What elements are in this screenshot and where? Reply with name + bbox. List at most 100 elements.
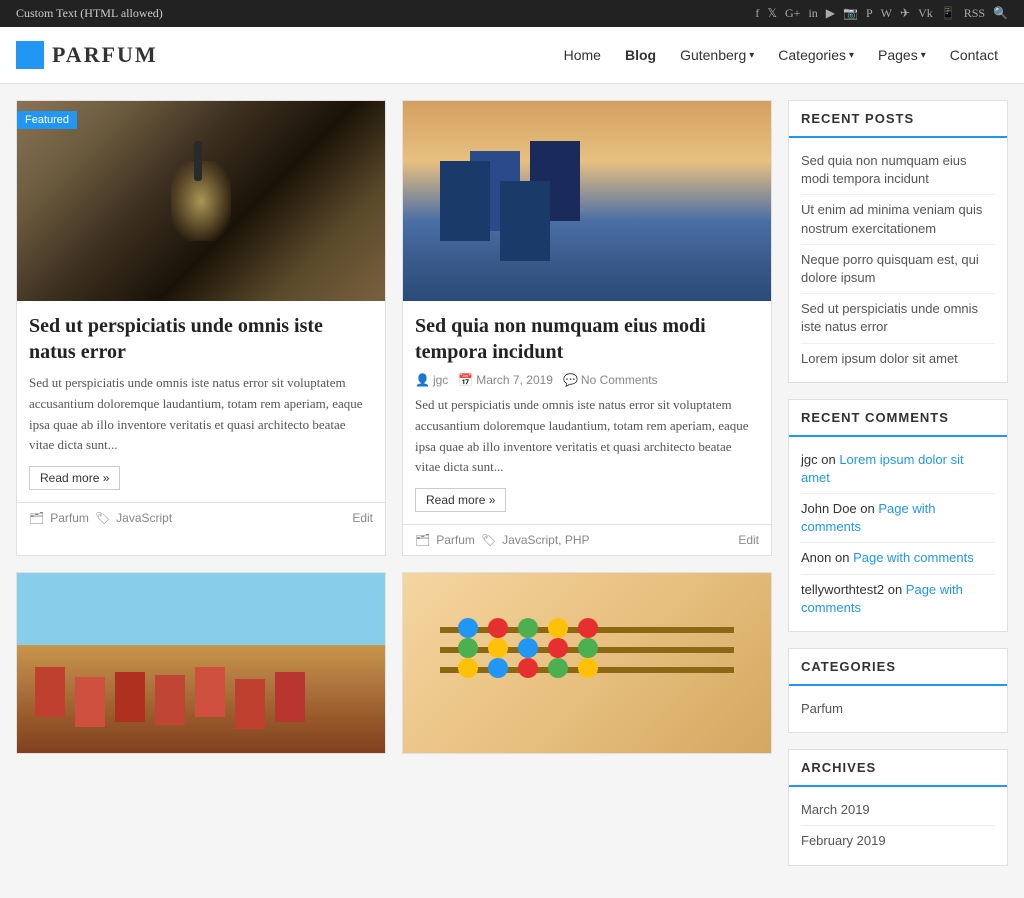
category-link-1[interactable]: Parfum [801, 701, 843, 716]
post-edit-1[interactable]: Edit [352, 511, 373, 525]
post-card-4 [402, 572, 772, 754]
read-more-1[interactable]: Read more » [29, 466, 120, 490]
post-card-1: Featured Sed ut perspiciatis unde omnis … [16, 100, 386, 556]
recent-comments-content: jgc on Lorem ipsum dolor sit amet John D… [789, 437, 1007, 631]
author-icon: 👤 [415, 373, 430, 387]
posts-grid: Featured Sed ut perspiciatis unde omnis … [16, 100, 772, 754]
recent-posts-content: Sed quia non numquam eius modi tempora i… [789, 138, 1007, 382]
wordpress-icon[interactable]: W [881, 6, 892, 21]
nav-home[interactable]: Home [554, 41, 611, 69]
read-more-2[interactable]: Read more » [415, 488, 506, 512]
nav-pages-dropdown[interactable]: Pages [868, 41, 936, 69]
post-date-2: 📅 March 7, 2019 [458, 373, 553, 387]
recent-post-link-5[interactable]: Lorem ipsum dolor sit amet [801, 351, 958, 366]
archives-content: March 2019 February 2019 [789, 787, 1007, 864]
tag-icon-2: 🏷 [481, 533, 496, 547]
nav-categories-dropdown[interactable]: Categories [768, 41, 864, 69]
search-icon[interactable]: 🔍 [993, 6, 1008, 21]
post-thumb-4 [403, 573, 771, 753]
sidebar: RECENT POSTS Sed quia non numquam eius m… [788, 100, 1008, 882]
facebook-icon[interactable]: f [755, 6, 759, 21]
comment-author-3: Anon [801, 550, 831, 565]
post-category-1[interactable]: Parfum [50, 511, 89, 525]
recent-posts-list: Sed quia non numquam eius modi tempora i… [801, 146, 995, 374]
category-icon-2: 🗂 [415, 533, 430, 547]
nav-blog[interactable]: Blog [615, 41, 666, 69]
logo-text: PARFUM [52, 42, 158, 68]
youtube-icon[interactable]: ▶ [826, 6, 835, 21]
archive-link-1[interactable]: March 2019 [801, 802, 870, 817]
recent-comments-list: jgc on Lorem ipsum dolor sit amet John D… [801, 445, 995, 623]
post-tag-1[interactable]: JavaScript [116, 511, 172, 525]
comment-author-4: tellyworthtest2 [801, 582, 884, 597]
topbar: Custom Text (HTML allowed) f 𝕏 G+ in ▶ 📷… [0, 0, 1024, 27]
post-edit-2[interactable]: Edit [738, 533, 759, 547]
nav-categories[interactable]: Categories [768, 41, 864, 69]
pinterest-icon[interactable]: P [866, 6, 873, 21]
nav-gutenberg[interactable]: Gutenberg [670, 41, 764, 69]
comment-icon: 💬 [563, 373, 578, 387]
list-item: Anon on Page with comments [801, 543, 995, 574]
tag-icon: 🏷 [95, 511, 110, 525]
archive-link-2[interactable]: February 2019 [801, 833, 886, 848]
list-item: jgc on Lorem ipsum dolor sit amet [801, 445, 995, 494]
featured-badge: Featured [17, 111, 77, 129]
list-item: Lorem ipsum dolor sit amet [801, 344, 995, 374]
twitter-icon[interactable]: 𝕏 [767, 6, 777, 21]
list-item: John Doe on Page with comments [801, 494, 995, 543]
site-logo[interactable]: PARFUM [16, 41, 158, 69]
categories-list: Parfum [801, 694, 995, 724]
main-nav: Home Blog Gutenberg Categories Pages Con… [554, 41, 1008, 69]
list-item: Sed ut perspiciatis unde omnis iste natu… [801, 294, 995, 343]
post-title-link-2[interactable]: Sed quia non numquam eius modi tempora i… [415, 315, 706, 363]
list-item: March 2019 [801, 795, 995, 826]
calendar-icon: 📅 [458, 373, 473, 387]
list-item: Sed quia non numquam eius modi tempora i… [801, 146, 995, 195]
nav-contact[interactable]: Contact [940, 41, 1008, 69]
post-excerpt-2: Sed ut perspiciatis unde omnis iste natu… [415, 395, 759, 478]
page-wrapper: Featured Sed ut perspiciatis unde omnis … [0, 84, 1024, 898]
archives-title: ARCHIVES [789, 750, 1007, 787]
post-title-2: Sed quia non numquam eius modi tempora i… [415, 313, 759, 365]
nav-pages[interactable]: Pages [868, 41, 936, 69]
post-category-2[interactable]: Parfum [436, 533, 475, 547]
post-title-link-1[interactable]: Sed ut perspiciatis unde omnis iste natu… [29, 315, 323, 363]
post-title-1: Sed ut perspiciatis unde omnis iste natu… [29, 313, 373, 365]
list-item: Parfum [801, 694, 995, 724]
google-plus-icon[interactable]: G+ [785, 6, 800, 21]
archives-list: March 2019 February 2019 [801, 795, 995, 856]
post-footer-2: 🗂 Parfum 🏷 JavaScript, PHP Edit [403, 524, 771, 555]
comment-on-link-3[interactable]: Page with comments [853, 550, 974, 565]
post-tag-2[interactable]: JavaScript, PHP [502, 533, 589, 547]
recent-post-link-1[interactable]: Sed quia non numquam eius modi tempora i… [801, 153, 967, 186]
category-icon: 🗂 [29, 511, 44, 525]
logo-square [16, 41, 44, 69]
nav-gutenberg-dropdown[interactable]: Gutenberg [670, 41, 764, 69]
rss-icon[interactable]: RSS [964, 6, 985, 21]
post-tags-1: 🗂 Parfum 🏷 JavaScript [29, 511, 172, 525]
categories-title: CATEGORIES [789, 649, 1007, 686]
vk-icon[interactable]: Vk [918, 6, 933, 21]
post-thumb-3 [17, 573, 385, 753]
post-body-2: Sed quia non numquam eius modi tempora i… [403, 301, 771, 524]
telegram-icon[interactable]: ✈ [900, 6, 910, 21]
linkedin-icon[interactable]: in [808, 6, 817, 21]
list-item: Ut enim ad minima veniam quis nostrum ex… [801, 195, 995, 244]
list-item: tellyworthtest2 on Page with comments [801, 575, 995, 623]
post-footer-1: 🗂 Parfum 🏷 JavaScript Edit [17, 502, 385, 533]
comment-author-1: jgc [801, 452, 818, 467]
post-excerpt-1: Sed ut perspiciatis unde omnis iste natu… [29, 373, 373, 456]
recent-post-link-3[interactable]: Neque porro quisquam est, qui dolore ips… [801, 252, 979, 285]
categories-content: Parfum [789, 686, 1007, 732]
post-card-3 [16, 572, 386, 754]
post-meta-2: 👤 jgc 📅 March 7, 2019 💬 No Comments [415, 373, 759, 387]
instagram-icon[interactable]: 📷 [843, 6, 858, 21]
recent-post-link-4[interactable]: Sed ut perspiciatis unde omnis iste natu… [801, 301, 978, 334]
post-comments-2: 💬 No Comments [563, 373, 658, 387]
recent-post-link-2[interactable]: Ut enim ad minima veniam quis nostrum ex… [801, 202, 982, 235]
post-tags-2: 🗂 Parfum 🏷 JavaScript, PHP [415, 533, 590, 547]
main-content: Featured Sed ut perspiciatis unde omnis … [16, 100, 772, 882]
categories-widget: CATEGORIES Parfum [788, 648, 1008, 733]
whatsapp-icon[interactable]: 📱 [941, 6, 956, 21]
list-item: February 2019 [801, 826, 995, 856]
